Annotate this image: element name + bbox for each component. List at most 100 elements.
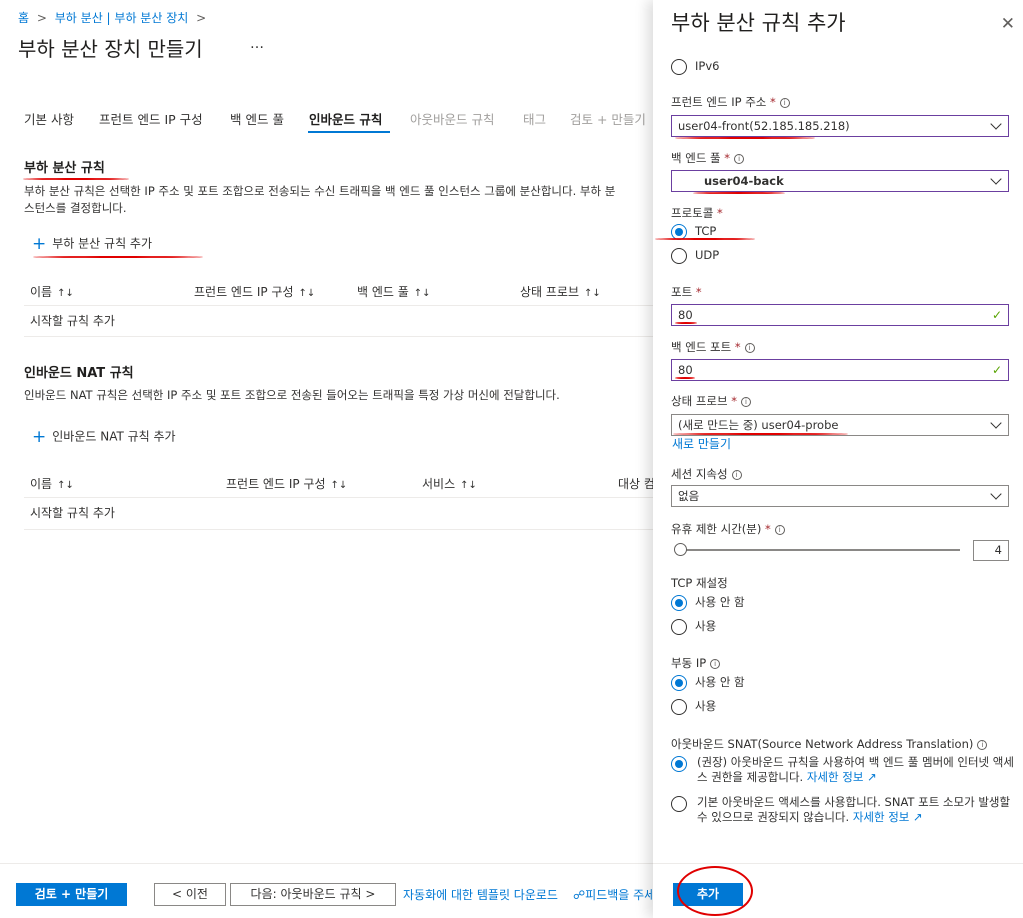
next-button[interactable]: 다음: 아웃바운드 규칙 > — [230, 883, 396, 906]
tab-tags[interactable]: 태그 — [523, 109, 546, 128]
previous-button[interactable]: < 이전 — [154, 883, 226, 906]
tab-frontend-ip[interactable]: 프런트 엔드 IP 구성 — [99, 109, 203, 128]
sort-icon: ↑↓ — [460, 480, 477, 491]
download-template-link[interactable]: 자동화에 대한 템플릿 다운로드 — [403, 886, 558, 903]
chevron-down-icon — [990, 173, 1002, 185]
chevron-down-icon — [990, 417, 1002, 429]
tcp-reset-label: TCP 재설정 — [671, 576, 728, 590]
plus-icon: + — [32, 427, 47, 447]
protocol-label: 프로토콜 * — [671, 206, 723, 220]
external-link-icon: ↗ — [867, 770, 877, 784]
idle-timeout-input[interactable]: 4 — [973, 540, 1009, 561]
external-link-icon: ↗ — [913, 810, 923, 824]
frontend-ip-label: 프런트 엔드 IP 주소 * i — [671, 94, 790, 110]
floating-ip-label: 부동 IP i — [671, 655, 721, 671]
breadcrumb-separator: > — [196, 11, 207, 25]
plus-icon: + — [32, 234, 47, 254]
annotation-underline — [675, 377, 695, 379]
checkmark-icon: ✓ — [991, 363, 1002, 377]
table-divider — [24, 497, 654, 498]
annotation-underline — [675, 322, 697, 324]
panel-title: 부하 분산 규칙 추가 — [671, 11, 846, 35]
idle-timeout-label: 유휴 제한 시간(분) * i — [671, 521, 785, 537]
backend-pool-label: 백 엔드 풀 * i — [671, 150, 745, 166]
sort-icon: ↑↓ — [330, 480, 348, 491]
column-header-name[interactable]: 이름 ↑↓ — [30, 475, 74, 492]
table-divider — [24, 336, 654, 337]
lb-rules-desc-line1: 부하 분산 규칙은 선택한 IP 주소 및 포트 조합으로 전송되는 수신 트래… — [24, 184, 616, 198]
tab-basics[interactable]: 기본 사항 — [24, 109, 74, 128]
active-tab-indicator — [308, 131, 390, 133]
radio-circle — [671, 796, 687, 812]
radio-circle — [671, 594, 687, 611]
add-lb-rule-button[interactable]: + 부하 분산 규칙 추가 — [32, 234, 152, 254]
info-icon: i — [744, 342, 755, 353]
column-header-backend-pool[interactable]: 백 엔드 풀 ↑↓ — [357, 283, 431, 300]
radio-circle — [671, 698, 687, 715]
breadcrumb-parent[interactable]: 부하 분산 | 부하 분산 장치 — [55, 11, 189, 25]
column-header-service[interactable]: 서비스 ↑↓ — [422, 475, 477, 492]
lb-rules-desc-line2: 스턴스를 결정합니다. — [24, 201, 127, 215]
tab-backend-pools[interactable]: 백 엔드 풀 — [230, 109, 284, 128]
learn-more-link[interactable]: 자세한 정보 — [807, 770, 864, 784]
sort-icon: ↑↓ — [298, 288, 316, 299]
info-icon: i — [977, 739, 988, 750]
add-nat-rule-label: 인바운드 NAT 규칙 추가 — [52, 429, 176, 444]
breadcrumb-home[interactable]: 홈 — [18, 11, 29, 25]
table-empty-row: 시작할 규칙 추가 — [30, 506, 115, 520]
tab-outbound-rules[interactable]: 아웃바운드 규칙 — [410, 109, 494, 128]
sort-icon: ↑↓ — [413, 288, 431, 299]
radio-circle — [671, 674, 687, 691]
breadcrumb-separator: > — [36, 11, 47, 25]
nat-rules-desc: 인바운드 NAT 규칙은 선택한 IP 주소 및 포트 조합으로 전송된 들어오… — [24, 388, 560, 402]
health-probe-label: 상태 프로브 * i — [671, 393, 751, 409]
more-options-button[interactable]: … — [250, 36, 264, 52]
ip-version-ipv6-radio[interactable]: IPv6 — [671, 57, 719, 75]
column-header-target[interactable]: 대상 컴 — [618, 475, 653, 492]
floating-ip-enabled-radio[interactable]: 사용 — [671, 697, 716, 715]
idle-timeout-slider-track[interactable] — [680, 549, 960, 551]
backend-pool-dropdown[interactable]: user04-back — [671, 170, 1009, 192]
page-title: 부하 분산 장치 만들기 — [18, 37, 203, 61]
column-header-frontend-ip[interactable]: 프런트 엔드 IP 구성 ↑↓ — [226, 475, 347, 492]
create-new-probe-link[interactable]: 새로 만들기 — [672, 435, 731, 452]
radio-circle — [671, 58, 687, 75]
annotation-underline — [675, 137, 815, 139]
annotation-underline — [655, 238, 755, 240]
tcp-reset-disabled-radio[interactable]: 사용 안 함 — [671, 593, 745, 611]
frontend-ip-dropdown[interactable]: user04-front(52.185.185.218) — [671, 115, 1009, 137]
learn-more-link[interactable]: 자세한 정보 — [853, 810, 910, 824]
info-icon: i — [779, 97, 790, 108]
idle-timeout-slider-thumb[interactable] — [674, 543, 687, 556]
annotation-underline — [23, 178, 129, 180]
snat-default-outbound-radio[interactable]: 기본 아웃바운드 액세스를 사용합니다. SNAT 포트 소모가 발생할 수 있… — [671, 795, 1011, 825]
feedback-label: 피드백을 주세 — [585, 888, 653, 902]
column-header-health-probe[interactable]: 상태 프로브 ↑↓ — [520, 283, 601, 300]
tcp-reset-enabled-radio[interactable]: 사용 — [671, 617, 716, 635]
info-icon: i — [731, 469, 742, 480]
add-lb-rule-panel: 부하 분산 규칙 추가 ✕ IPv6 프런트 엔드 IP 주소 * i user0… — [653, 0, 1023, 918]
session-persistence-dropdown[interactable]: 없음 — [671, 485, 1009, 507]
info-icon: i — [774, 524, 785, 535]
snat-outbound-rules-radio[interactable]: (권장) 아웃바운드 규칙을 사용하여 백 엔드 풀 멤버에 인터넷 액세스 권… — [671, 755, 1014, 785]
info-icon: i — [740, 396, 751, 407]
column-header-name[interactable]: 이름 ↑↓ — [30, 283, 74, 300]
tab-inbound-rules[interactable]: 인바운드 규칙 — [309, 109, 382, 128]
nat-rules-title: 인바운드 NAT 규칙 — [24, 366, 134, 381]
breadcrumb: 홈 > 부하 분산 | 부하 분산 장치 > — [18, 9, 206, 26]
tab-review-create[interactable]: 검토 + 만들기 — [570, 109, 646, 128]
protocol-udp-radio[interactable]: UDP — [671, 246, 719, 264]
column-header-frontend-ip[interactable]: 프런트 엔드 IP 구성 ↑↓ — [194, 283, 315, 300]
feedback-icon: ☍ — [573, 888, 586, 902]
radio-circle — [671, 247, 687, 264]
table-divider — [24, 305, 654, 306]
port-input[interactable]: 80 ✓ — [671, 304, 1009, 326]
close-icon[interactable]: ✕ — [1001, 14, 1015, 34]
feedback-link[interactable]: ☍피드백을 주세 — [573, 886, 653, 903]
floating-ip-disabled-radio[interactable]: 사용 안 함 — [671, 673, 745, 691]
sort-icon: ↑↓ — [57, 288, 74, 299]
backend-port-input[interactable]: 80 ✓ — [671, 359, 1009, 381]
backend-port-label: 백 엔드 포트 * i — [671, 339, 755, 355]
add-nat-rule-button[interactable]: + 인바운드 NAT 규칙 추가 — [32, 427, 176, 447]
review-create-button[interactable]: 검토 + 만들기 — [16, 883, 127, 906]
